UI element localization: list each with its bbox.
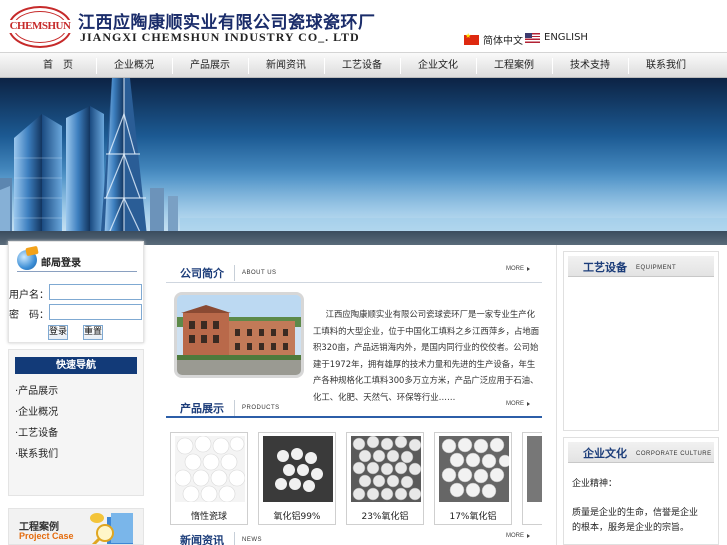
product-label: 17%氧化铝 [449, 512, 497, 522]
nav-contact[interactable]: 联系我们 [628, 53, 704, 79]
password-input[interactable] [49, 304, 142, 320]
login-title: 邮局登录 [41, 258, 81, 269]
arrow-right-icon [527, 267, 530, 271]
about-more-link[interactable]: MORE [506, 266, 524, 272]
product-card[interactable]: 惰性瓷球 [170, 432, 248, 525]
company-building-photo[interactable] [174, 292, 304, 378]
alumina-balls-grey [352, 436, 421, 501]
quick-link-about[interactable]: ·企业概况 [15, 403, 58, 418]
login-header: 邮局登录 [17, 250, 137, 272]
product-image [263, 436, 333, 502]
quick-nav-title: 快速导航 [15, 357, 137, 374]
username-label: 用户名： [9, 290, 49, 301]
product-image [439, 436, 509, 502]
section-divider [234, 532, 235, 545]
magnifier-folder-icon [90, 513, 133, 544]
products-more-link[interactable]: MORE [506, 401, 524, 407]
quick-link-equipment[interactable]: ·工艺设备 [15, 424, 58, 439]
products-section-header: 产品展示 PRODUCTS MORE [166, 396, 542, 418]
equipment-subtitle: EQUIPMENT [636, 265, 677, 271]
section-divider [234, 265, 235, 281]
products-subtitle: PRODUCTS [242, 405, 280, 411]
equipment-header: 工艺设备 EQUIPMENT [568, 256, 714, 277]
product-card[interactable]: 氧化铝99% [258, 432, 336, 525]
culture-panel: 企业文化 CORPORATE CULTURE 企业精神： 质量是企业的生命，信誉… [563, 437, 719, 545]
culture-header: 企业文化 CORPORATE CULTURE [568, 442, 714, 463]
project-case-subtitle: Project Case [19, 531, 74, 541]
news-subtitle: NEWS [242, 537, 262, 543]
arrow-right-icon [527, 534, 530, 538]
company-logo[interactable]: CHEMSHUN [8, 6, 72, 48]
quick-link-products[interactable]: ·产品展示 [15, 382, 58, 397]
culture-title: 企业文化 [583, 447, 627, 460]
news-title: 新闻资讯 [180, 534, 224, 545]
product-label: 氧化铝99% [273, 512, 321, 522]
us-flag-icon [525, 32, 540, 43]
site-header: CHEMSHUN 江西应陶康顺实业有限公司瓷球瓷环厂 JIANGXI CHEMS… [0, 0, 727, 52]
mail-login-panel: 邮局登录 用户名： 密 码： 登录 重置 [8, 241, 144, 343]
about-title: 公司简介 [180, 267, 224, 280]
arrow-right-icon [527, 402, 530, 406]
username-input[interactable] [49, 284, 142, 300]
culture-subtitle: CORPORATE CULTURE [636, 451, 712, 457]
nav-cases[interactable]: 工程案例 [476, 53, 552, 79]
product-card[interactable]: 23%氧化铝 [346, 432, 424, 525]
nav-equipment[interactable]: 工艺设备 [324, 53, 400, 79]
nav-news[interactable]: 新闻资讯 [248, 53, 324, 79]
password-row: 密 码： [9, 304, 145, 321]
product-image [351, 436, 421, 502]
news-more-link[interactable]: MORE [506, 533, 524, 539]
news-section-header: 新闻资讯 NEWS MORE [166, 528, 542, 545]
hero-banner [0, 78, 727, 245]
product-image [175, 436, 245, 502]
nav-home[interactable]: 首 页 [20, 53, 96, 79]
password-label: 密 码： [9, 310, 49, 321]
project-case-panel[interactable]: 工程案例 Project Case [8, 508, 144, 545]
quick-nav-panel: 快速导航 ·产品展示 ·企业概况 ·工艺设备 ·联系我们 [8, 349, 144, 496]
column-divider [556, 245, 557, 545]
about-section-header: 公司简介 ABOUT US MORE [166, 261, 542, 283]
products-title: 产品展示 [180, 402, 224, 415]
product-card[interactable]: 17%氧化铝 [434, 432, 512, 525]
culture-line: 质量是企业的生命，信誉是企业 [572, 508, 699, 518]
about-subtitle: ABOUT US [242, 270, 277, 276]
main-nav: 首 页 企业概况 产品展示 新闻资讯 工艺设备 企业文化 工程案例 技术支持 联… [0, 52, 727, 78]
equipment-title: 工艺设备 [583, 261, 627, 274]
culture-line: 企业精神： [572, 479, 618, 489]
nav-culture[interactable]: 企业文化 [400, 53, 476, 79]
product-card-partial[interactable] [522, 432, 542, 525]
reset-button[interactable]: 重置 [83, 325, 103, 340]
nav-support[interactable]: 技术支持 [552, 53, 628, 79]
lang-en-link[interactable]: ENGLISH [525, 32, 588, 43]
username-row: 用户名： [9, 284, 145, 301]
china-flag-icon [464, 32, 479, 45]
product-label: 23%氧化铝 [361, 512, 409, 522]
building-image [177, 295, 301, 375]
globe-mail-icon [17, 250, 37, 270]
product-label: 惰性瓷球 [190, 512, 227, 522]
quick-link-contact[interactable]: ·联系我们 [15, 445, 58, 460]
alumina-balls-light [441, 437, 509, 499]
lang-en-label: ENGLISH [544, 32, 588, 43]
lang-cn-label: 简体中文 [483, 36, 523, 47]
product-image [527, 436, 542, 502]
skyscraper-illustration [0, 78, 727, 245]
white-ceramic-balls [175, 436, 245, 502]
logo-text: CHEMSHUN [8, 20, 72, 33]
nav-products[interactable]: 产品展示 [172, 53, 248, 79]
equipment-panel: 工艺设备 EQUIPMENT [563, 251, 719, 431]
about-intro-text: 江西应陶康顺实业有限公司瓷球瓷环厂是一家专业生产化工填料的大型企业，位于中国化工… [313, 309, 540, 402]
culture-line: 的根本，服务是企业的宗旨。 [572, 523, 690, 533]
nav-about[interactable]: 企业概况 [96, 53, 172, 79]
lang-cn-link[interactable]: 简体中文 [464, 32, 523, 47]
alumina-balls-dark [275, 448, 323, 492]
section-divider [234, 400, 235, 416]
login-button[interactable]: 登录 [48, 325, 68, 340]
company-name-en: JIANGXI CHEMSHUN INDUSTRY CO_. LTD [80, 30, 360, 44]
